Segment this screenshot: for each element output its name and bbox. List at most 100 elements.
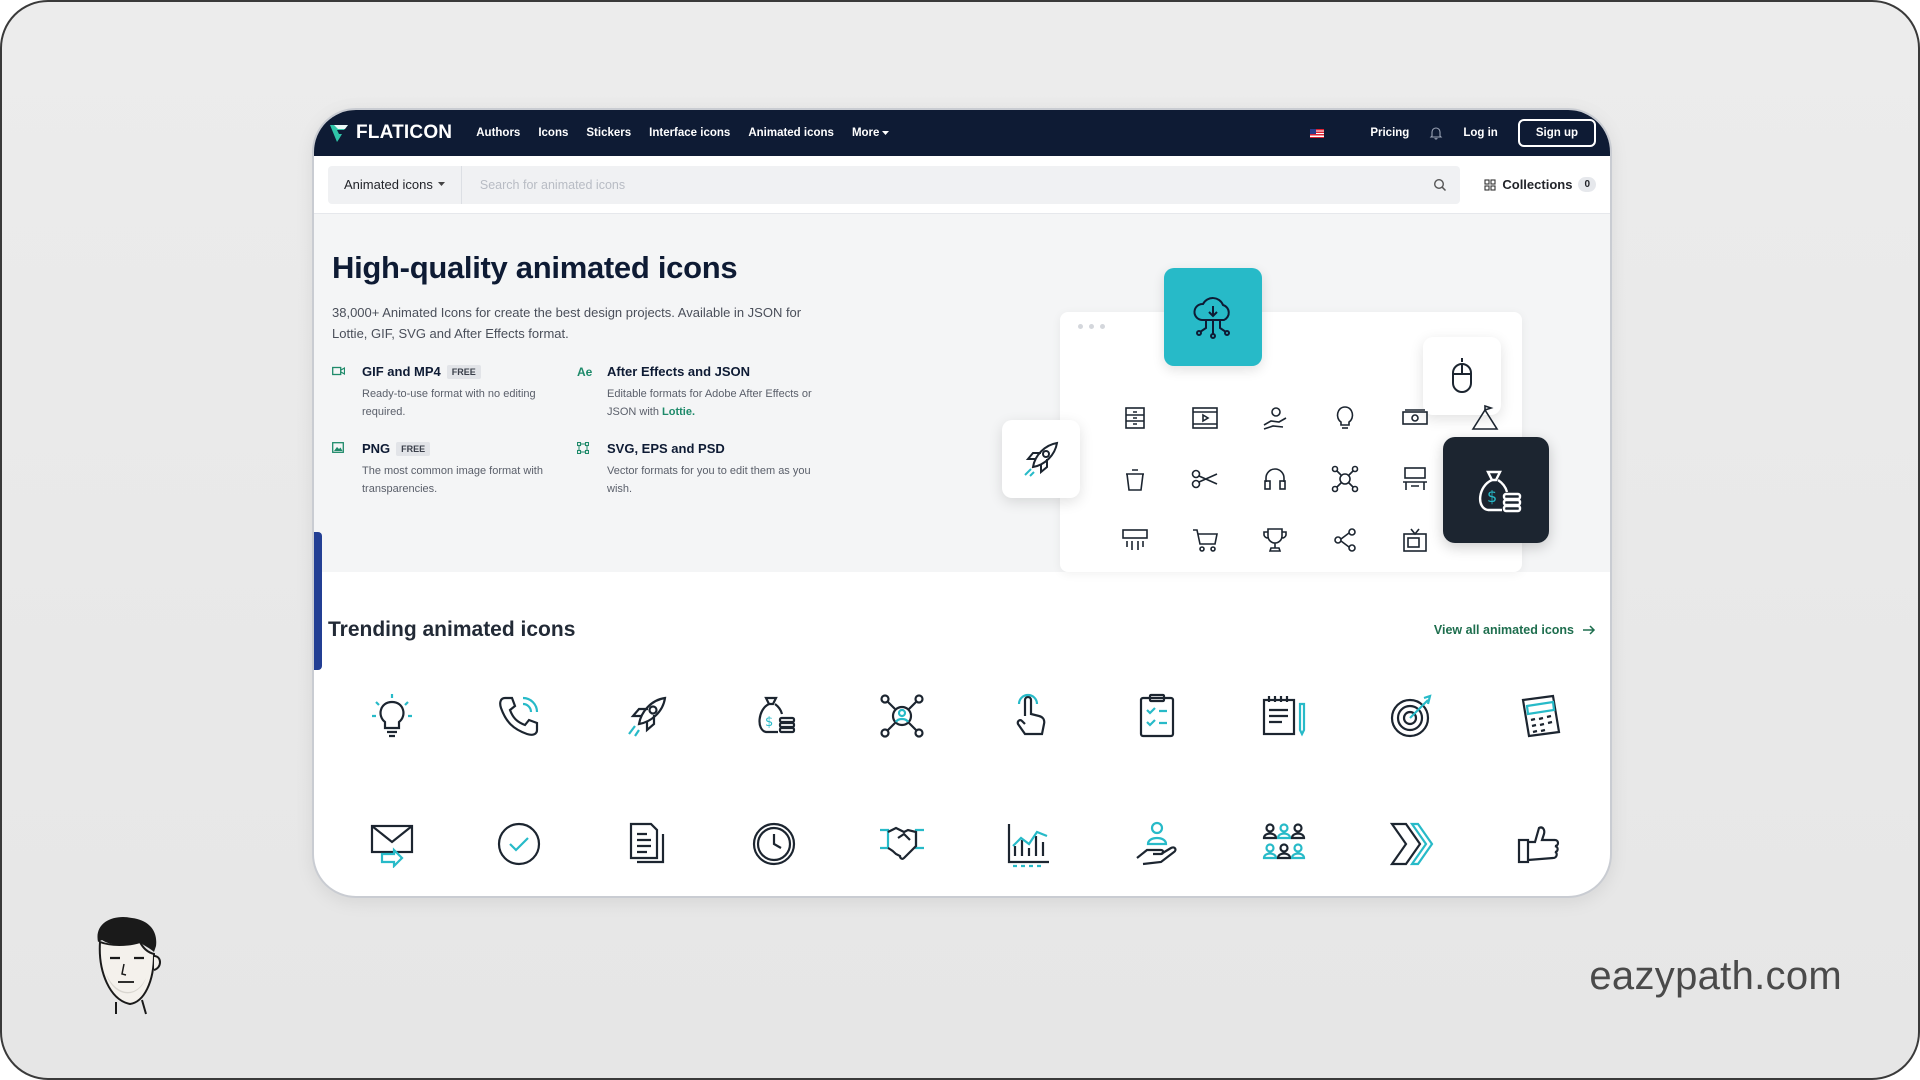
- feature-title: After Effects and JSON: [607, 364, 751, 379]
- watermark-text: eazypath.com: [1589, 954, 1842, 998]
- nav-link-stickers[interactable]: Stickers: [586, 127, 631, 139]
- target-icon[interactable]: [1348, 692, 1476, 820]
- mail-icon[interactable]: [328, 820, 456, 896]
- shopping-cart-icon: [1170, 509, 1240, 570]
- clock-icon[interactable]: [711, 820, 839, 896]
- hero-section: High-quality animated icons 38,000+ Anim…: [314, 214, 1610, 572]
- free-badge: FREE: [446, 364, 481, 379]
- hero-title: High-quality animated icons: [332, 250, 738, 285]
- headphones-icon: [1240, 448, 1310, 509]
- trash-bin-icon: [1100, 448, 1170, 509]
- search-type-label: Animated icons: [344, 177, 433, 192]
- vector-icon: [576, 441, 597, 498]
- video-player-icon: [1170, 387, 1240, 448]
- scissors-icon: [1170, 448, 1240, 509]
- workstation-icon: [1380, 448, 1450, 509]
- feature-gif-mp4: GIF and MP4 FREE Ready-to-use format with…: [332, 364, 577, 421]
- trophy-icon: [1240, 509, 1310, 570]
- search-input[interactable]: [461, 177, 1421, 192]
- nav-link-icons[interactable]: Icons: [538, 127, 568, 139]
- cloud-network-icon: [1193, 297, 1230, 339]
- search-icon: [1434, 178, 1447, 191]
- nav-link-animated-icons[interactable]: Animated icons: [748, 127, 834, 139]
- calculator-icon[interactable]: [1476, 692, 1604, 820]
- phone-call-icon[interactable]: [456, 692, 584, 820]
- top-nav: FLATICON Authors Icons Stickers Interfac…: [314, 110, 1610, 156]
- feature-png: PNG FREE The most common image format wit…: [332, 441, 577, 498]
- side-tab-handle[interactable]: [314, 532, 322, 670]
- nav-right: Pricing Log in Sign up: [1310, 119, 1596, 147]
- arrow-right-icon: [1583, 625, 1596, 635]
- user-hand-icon[interactable]: [1093, 820, 1221, 896]
- chevrons-right-icon[interactable]: [1348, 820, 1476, 896]
- chevron-down-icon: [882, 130, 890, 135]
- lightbulb-icon[interactable]: [328, 692, 456, 820]
- video-icon: [332, 364, 352, 421]
- cabinet-icon: [1100, 387, 1170, 448]
- feature-title: SVG, EPS and PSD: [607, 441, 725, 456]
- search-box: Animated icons: [328, 165, 1461, 204]
- us-flag-icon[interactable]: [1310, 128, 1325, 138]
- login-link[interactable]: Log in: [1463, 127, 1498, 139]
- handshake-icon[interactable]: [838, 820, 966, 896]
- cloud-download-tile: [1164, 268, 1262, 366]
- air-conditioner-icon: [1100, 509, 1170, 570]
- video-frame: FLATICON Authors Icons Stickers Interfac…: [0, 0, 1920, 1080]
- notepad-icon[interactable]: [1221, 692, 1349, 820]
- collections-count: 0: [1578, 177, 1596, 192]
- view-all-label: View all animated icons: [1433, 623, 1574, 637]
- pricing-link[interactable]: Pricing: [1370, 127, 1409, 139]
- nav-links: Authors Icons Stickers Interface icons A…: [476, 127, 890, 139]
- feature-description: Editable formats for Adobe After Effects…: [607, 385, 822, 421]
- search-type-select[interactable]: Animated icons: [328, 165, 462, 204]
- bell-icon[interactable]: [1429, 126, 1443, 140]
- chevron-down-icon: [437, 182, 445, 186]
- feature-description: Vector formats for you to edit them as y…: [607, 465, 811, 495]
- trending-header: Trending animated icons View all animate…: [328, 618, 1596, 642]
- thumbs-up-icon[interactable]: [1476, 820, 1604, 896]
- ae-icon: Ae: [577, 365, 593, 379]
- touch-hand-icon[interactable]: [966, 692, 1094, 820]
- rocket-icon: [1024, 441, 1059, 477]
- collections-label: Collections: [1502, 177, 1573, 192]
- nav-more-label: More: [851, 127, 880, 139]
- clipboard-icon[interactable]: [1093, 692, 1221, 820]
- feature-title: PNG: [362, 441, 391, 456]
- search-button[interactable]: [1420, 178, 1460, 192]
- search-row: Animated icons Collections 0: [314, 156, 1610, 214]
- feature-vector: SVG, EPS and PSD Vector formats for you …: [576, 441, 822, 498]
- image-icon: [332, 441, 352, 498]
- team-icon[interactable]: [1221, 820, 1349, 896]
- hero-illustration: $: [964, 226, 1594, 572]
- flaticon-logo[interactable]: FLATICON: [328, 122, 452, 144]
- check-circle-icon[interactable]: [456, 820, 584, 896]
- documents-icon[interactable]: [583, 820, 711, 896]
- feature-list: GIF and MP4 FREE Ready-to-use format with…: [332, 364, 832, 498]
- feature-after-effects: Ae After Effects and JSON Editable forma…: [577, 364, 822, 421]
- collections-button[interactable]: Collections 0: [1484, 177, 1596, 192]
- lottie-link[interactable]: Lottie.: [662, 406, 695, 418]
- nav-link-more[interactable]: More: [851, 127, 890, 139]
- trending-title: Trending animated icons: [328, 618, 576, 641]
- svg-text:$: $: [765, 715, 773, 730]
- money-bag-icon[interactable]: $: [711, 692, 839, 820]
- nav-link-interface-icons[interactable]: Interface icons: [649, 127, 730, 139]
- rocket-icon[interactable]: [583, 692, 711, 820]
- mountain-flag-icon: [1450, 387, 1520, 448]
- grid-icon: [1484, 178, 1496, 191]
- hero-description: 38,000+ Animated Icons for create the be…: [332, 305, 802, 341]
- flaticon-logo-icon: [330, 125, 348, 142]
- signup-button[interactable]: Sign up: [1517, 119, 1596, 147]
- brand-name: FLATICON: [356, 122, 453, 143]
- icon-grid: [1100, 387, 1520, 570]
- network-user-icon: [1310, 448, 1380, 509]
- nav-link-authors[interactable]: Authors: [476, 127, 520, 139]
- network-icon[interactable]: [838, 692, 966, 820]
- browser-window: FLATICON Authors Icons Stickers Interfac…: [312, 108, 1612, 898]
- feature-description-text: Editable formats for Adobe After Effects…: [607, 388, 812, 418]
- banknote-icon: [1380, 387, 1450, 448]
- tv-icon: [1380, 509, 1450, 570]
- view-all-link[interactable]: View all animated icons: [1434, 623, 1596, 637]
- rocket-tile: [1002, 420, 1080, 498]
- analytics-chart-icon[interactable]: [966, 820, 1094, 896]
